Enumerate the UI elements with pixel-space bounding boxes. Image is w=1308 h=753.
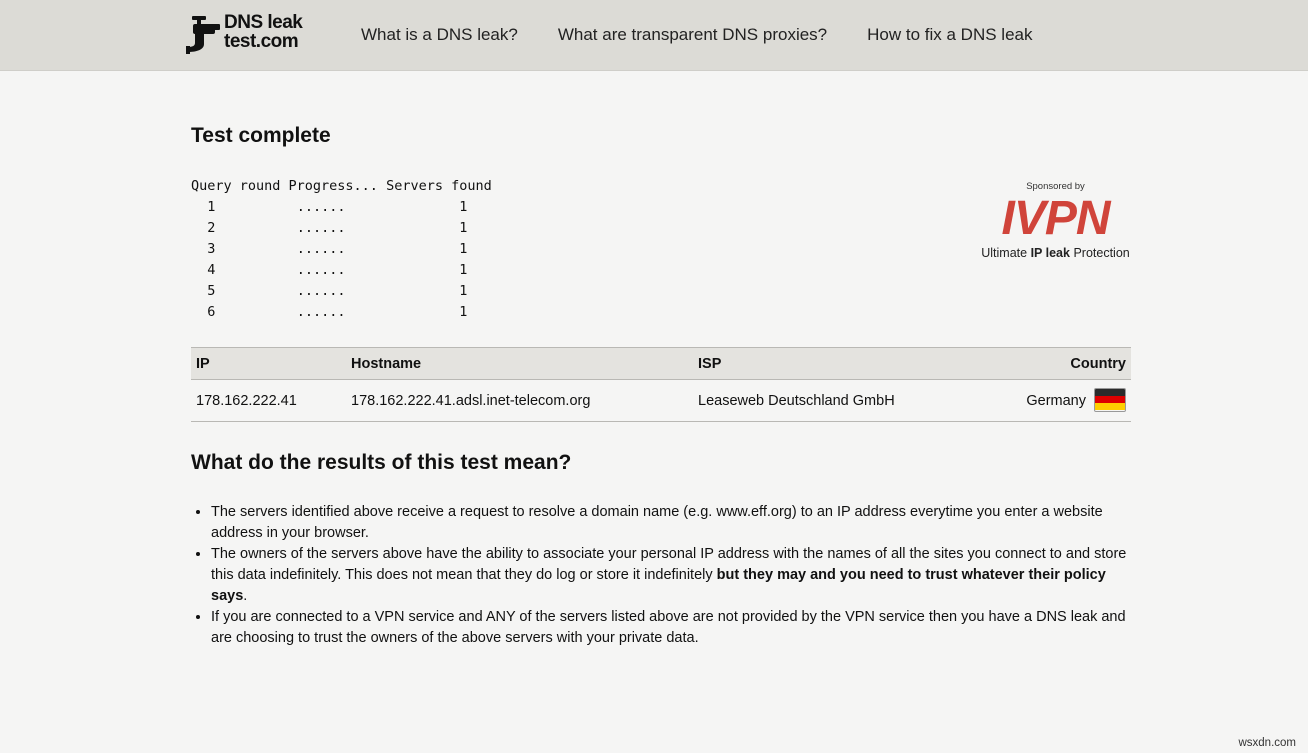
- nav-transparent-dns-proxies[interactable]: What are transparent DNS proxies?: [558, 25, 827, 45]
- table-row: 178.162.222.41 178.162.222.41.adsl.inet-…: [191, 379, 1131, 422]
- sponsored-by-label: Sponsored by: [1026, 181, 1085, 192]
- progress-row-3: 3 ...... 1: [207, 241, 468, 257]
- nav-what-is-dns-leak[interactable]: What is a DNS leak?: [361, 25, 518, 45]
- progress-row-4: 4 ...... 1: [207, 262, 468, 278]
- list-item: If you are connected to a VPN service an…: [211, 607, 1141, 649]
- nav-fix-dns-leak[interactable]: How to fix a DNS leak: [867, 25, 1032, 45]
- test-complete-title: Test complete: [191, 124, 331, 147]
- site-header: DNS leak test.com What is a DNS leak? Wha…: [0, 0, 1308, 71]
- sponsor-tagline: Ultimate IP leak Protection: [981, 246, 1130, 260]
- germany-flag-icon: [1094, 387, 1126, 412]
- cell-country: Germany: [993, 379, 1131, 422]
- dns-servers-table: IP Hostname ISP Country 178.162.222.41 1…: [191, 347, 1131, 422]
- sponsor-banner[interactable]: Sponsored by IVPN Ultimate IP leak Prote…: [978, 181, 1133, 263]
- list-item: The owners of the servers above have the…: [211, 544, 1141, 607]
- progress-row-1: 1 ...... 1: [207, 199, 468, 215]
- table-header-row: IP Hostname ISP Country: [191, 347, 1131, 380]
- logo-text: DNS leak test.com: [224, 12, 303, 52]
- list-item: The servers identified above receive a r…: [211, 502, 1141, 544]
- progress-row-6: 6 ...... 1: [207, 304, 468, 320]
- country-name: Germany: [1026, 392, 1086, 409]
- progress-row-5: 5 ...... 1: [207, 283, 468, 299]
- watermark: wsxdn.com: [1238, 737, 1296, 749]
- cell-ip: 178.162.222.41: [191, 379, 346, 422]
- results-meaning-title: What do the results of this test mean?: [191, 451, 572, 474]
- header-country: Country: [993, 347, 1131, 380]
- results-explanation-list: The servers identified above receive a r…: [191, 502, 1141, 649]
- progress-header: Query round Progress... Servers found: [191, 178, 492, 194]
- ivpn-logo: IVPN: [1001, 192, 1110, 245]
- cell-hostname: 178.162.222.41.adsl.inet-telecom.org: [346, 379, 693, 422]
- header-ip: IP: [191, 347, 346, 380]
- cell-isp: Leaseweb Deutschland GmbH: [693, 379, 993, 422]
- faucet-icon: [186, 16, 220, 54]
- progress-row-2: 2 ...... 1: [207, 220, 468, 236]
- main-nav: What is a DNS leak? What are transparent…: [361, 25, 1032, 45]
- header-hostname: Hostname: [346, 347, 693, 380]
- site-logo[interactable]: DNS leak test.com: [186, 12, 321, 56]
- header-isp: ISP: [693, 347, 993, 380]
- query-progress: Query round Progress... Servers found 1 …: [191, 176, 492, 323]
